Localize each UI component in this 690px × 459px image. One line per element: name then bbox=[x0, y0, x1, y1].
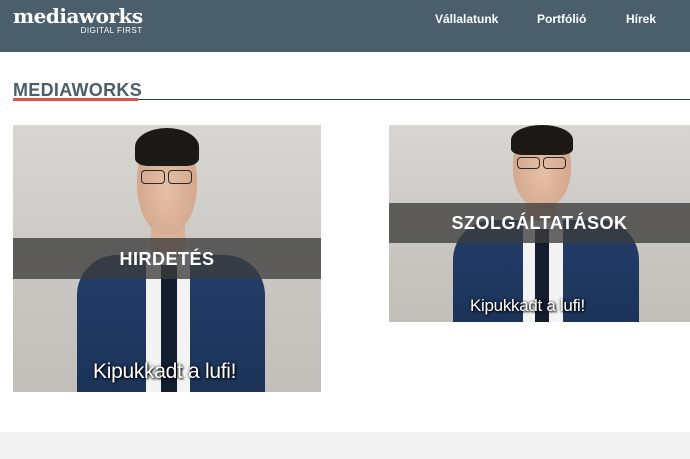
video-caption: Kipukkadt a lufi! bbox=[470, 296, 585, 315]
mediaworks-logo[interactable]: mediaworks DIGITAL FIRST bbox=[13, 6, 143, 35]
card-label: SZOLGÁLTATÁSOK bbox=[451, 213, 628, 233]
logo-wordmark: mediaworks bbox=[13, 4, 143, 28]
nav-item-hirek[interactable]: Hírek bbox=[626, 12, 656, 26]
nav-item-vallalatunk[interactable]: Vállalatunk bbox=[435, 12, 498, 26]
nav-item-portfolio[interactable]: Portfólió bbox=[537, 12, 586, 26]
footer-strip bbox=[0, 432, 690, 459]
video-caption: Kipukkadt a lufi! bbox=[93, 360, 237, 383]
top-navigation-bar: mediaworks DIGITAL FIRST Vállalatunk Por… bbox=[0, 0, 690, 52]
section-title-accent-underline bbox=[13, 98, 138, 101]
card-szolgaltatasok[interactable]: SZOLGÁLTATÁSOK Kipukkadt a lufi! bbox=[389, 125, 690, 322]
card-hirdetes[interactable]: HIRDETÉS Kipukkadt a lufi! bbox=[13, 125, 321, 392]
card-label: HIRDETÉS bbox=[119, 249, 215, 269]
logo-tagline: DIGITAL FIRST bbox=[80, 26, 143, 35]
